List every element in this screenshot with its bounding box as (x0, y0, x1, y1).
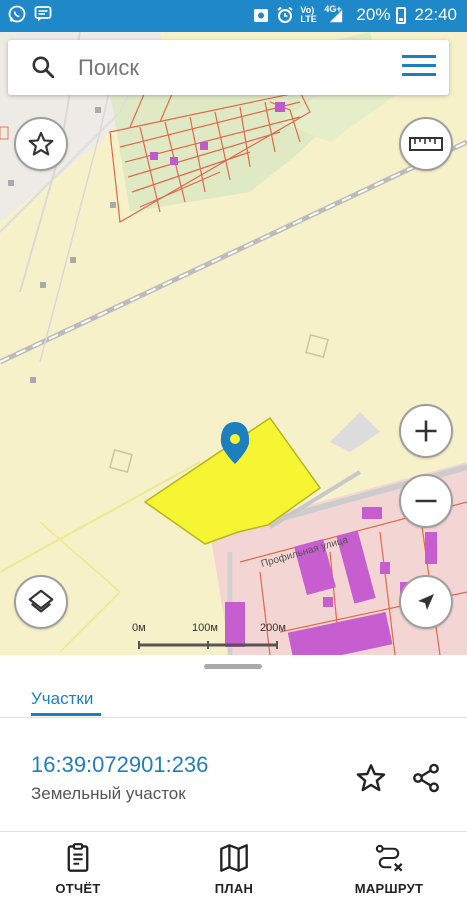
search-icon[interactable] (30, 54, 56, 80)
nav-route-label: МАРШРУТ (354, 881, 424, 896)
nav-route[interactable]: МАРШРУТ (329, 843, 449, 896)
route-icon (375, 844, 403, 872)
volte-bottom-text: LTE (300, 14, 317, 24)
app-screen: Vo) LTE 4G+ 20% 22:40 Профильная улица 0… (0, 0, 467, 900)
whatsapp-icon (8, 5, 26, 23)
screenshot-icon (254, 9, 269, 22)
navigation-arrow-icon (418, 594, 434, 610)
sheet-divider (0, 831, 467, 832)
tab-indicator (31, 713, 101, 716)
measure-button[interactable] (399, 117, 453, 171)
hamburger-menu-icon[interactable] (402, 55, 436, 79)
nav-plan[interactable]: ПЛАН (174, 843, 294, 896)
nav-plan-label: ПЛАН (214, 881, 254, 896)
bottom-navigation: ОТЧЁТ ПЛАН МАРШРУТ (0, 835, 467, 900)
battery-icon (396, 6, 407, 24)
scale-label-0: 0м (132, 622, 146, 634)
clock: 22:40 (414, 5, 457, 24)
nav-report-label: ОТЧЁТ (55, 881, 101, 896)
volte-indicator: Vo) LTE (300, 6, 318, 24)
favorite-map-button[interactable] (14, 117, 68, 171)
bottom-sheet: Участки 16:39:072901:236 Земельный участ… (0, 655, 467, 900)
map-scale: 0м 100м 200м (130, 622, 290, 655)
scale-label-100: 100м (192, 622, 218, 634)
search-bar (8, 40, 449, 95)
zoom-out-button[interactable] (399, 474, 453, 528)
layers-button[interactable] (14, 575, 68, 629)
layers-icon (28, 589, 54, 613)
tab-parcels[interactable]: Участки (31, 689, 93, 709)
status-bar: Vo) LTE 4G+ 20% 22:40 (0, 0, 467, 32)
signal-icon (330, 9, 343, 23)
map-canvas: Профильная улица (0, 32, 467, 655)
share-icon[interactable] (410, 762, 442, 794)
map-plan-icon (220, 844, 248, 872)
star-icon (28, 131, 54, 156)
parcel-type: Земельный участок (31, 784, 186, 803)
alarm-icon (277, 6, 293, 23)
my-location-button[interactable] (399, 575, 453, 629)
scale-label-200: 200м (260, 622, 286, 634)
minus-icon (415, 499, 437, 503)
search-input[interactable] (78, 52, 378, 84)
plus-icon (415, 420, 437, 442)
zoom-in-button[interactable] (399, 404, 453, 458)
map-view[interactable]: Профильная улица 0м 100м 200м (0, 32, 467, 655)
scale-bar (138, 641, 278, 649)
signal-indicator: 4G+ (324, 4, 346, 24)
favorite-star-icon[interactable] (355, 762, 387, 794)
report-icon (67, 843, 89, 872)
sheet-tabs: Участки (0, 669, 467, 718)
parcel-cadastral-number[interactable]: 16:39:072901:236 (31, 752, 208, 778)
ruler-icon (409, 137, 443, 151)
battery-percent: 20% (356, 5, 391, 24)
nav-report[interactable]: ОТЧЁТ (18, 843, 138, 896)
message-icon (34, 6, 52, 22)
